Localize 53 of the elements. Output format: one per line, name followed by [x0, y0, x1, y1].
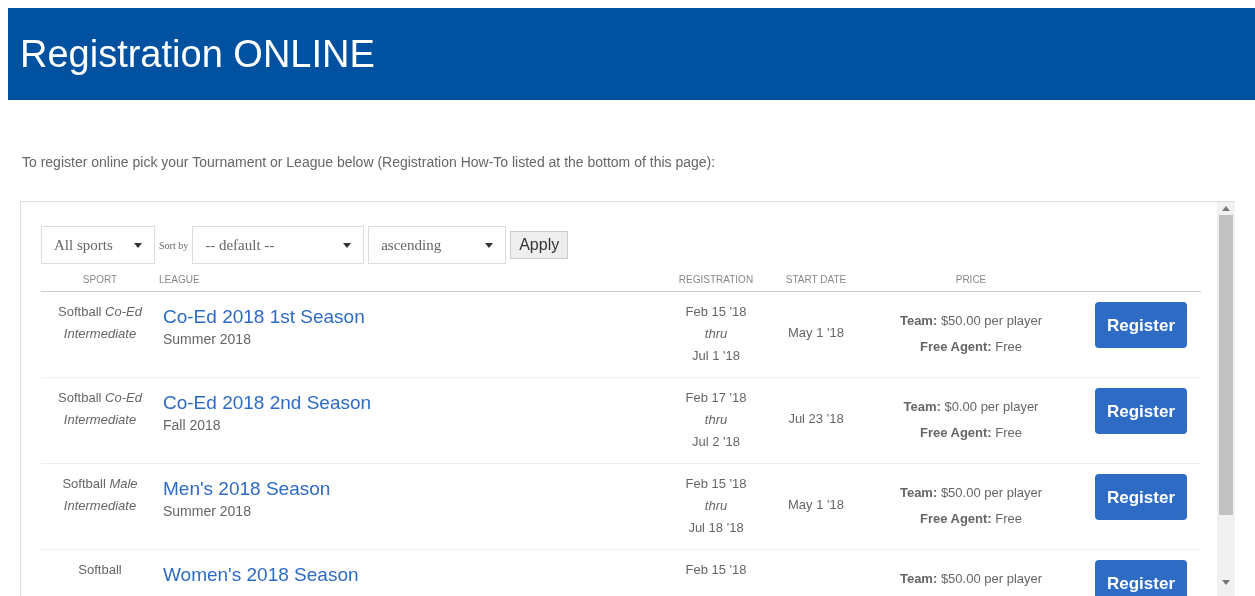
dropdown-caret-icon	[343, 242, 352, 248]
scrollbar-thumb[interactable]	[1219, 215, 1233, 515]
league-link[interactable]: Co-Ed 2018 2nd Season	[163, 392, 661, 414]
sport-cell-text: Softball Male Intermediate	[61, 475, 139, 515]
register-button[interactable]: Register	[1095, 560, 1187, 596]
start-date: May 1 '18	[788, 496, 844, 514]
start-date: Jul 23 '18	[788, 410, 844, 428]
column-header: PRICE	[955, 273, 987, 287]
scrollbar[interactable]	[1217, 202, 1235, 596]
thru-text: thru	[704, 497, 728, 515]
team-price: Team: $50.00 per player	[899, 312, 1043, 330]
scroll-down-icon[interactable]	[1222, 580, 1230, 585]
dropdown-caret-icon	[485, 242, 494, 248]
sport-cell-text: Softball Co-Ed Intermediate	[58, 303, 142, 343]
dropdown-caret-icon	[134, 242, 142, 248]
apply-button[interactable]: Apply	[510, 231, 569, 259]
free-agent-price: Free Agent: Free	[919, 338, 1023, 356]
register-button[interactable]: Register	[1095, 302, 1187, 348]
page-title: Registration ONLINE	[20, 31, 375, 77]
start-date: May 1 '18	[788, 324, 844, 342]
column-header: SPORT	[82, 273, 118, 287]
column-header: LEAGUE	[159, 273, 201, 287]
league-link[interactable]: Women's 2018 Season	[163, 564, 661, 586]
column-header: START DATE	[785, 273, 847, 287]
free-agent-price: Free Agent: Free	[919, 510, 1023, 528]
team-price: Team: $0.00 per player	[903, 398, 1039, 416]
sort-label: Sort by	[159, 238, 189, 253]
column-header: REGISTRATION	[678, 273, 754, 287]
thru-text: thru	[704, 411, 728, 429]
league-link[interactable]: Co-Ed 2018 1st Season	[163, 306, 661, 328]
registration-close-date: Jul 1 '18	[692, 347, 740, 365]
sport-cell-text: Softball Co-Ed Intermediate	[58, 389, 142, 429]
sport-select[interactable]: All sports	[41, 226, 155, 264]
order-select[interactable]: ascending	[368, 226, 507, 264]
registration-open-date: Feb 15 '18	[685, 561, 747, 579]
registration-open-date: Feb 15 '18	[685, 475, 747, 493]
intro-text: To register online pick your Tournament or League below (Registration How-To listed at the bottom of this page):	[22, 153, 717, 172]
registration-open-date: Feb 17 '18	[685, 389, 747, 407]
sport-cell-text: Softball	[77, 561, 123, 579]
registration-open-date: Feb 15 '18	[685, 303, 747, 321]
season-text: Summer 2018	[163, 330, 252, 349]
registration-close-date: Jul 2 '18	[692, 433, 740, 451]
registration-close-date: Jul 18 '18	[688, 519, 744, 537]
team-price: Team: $50.00 per player	[899, 484, 1043, 502]
season-text: Fall 2018	[163, 416, 222, 435]
register-button[interactable]: Register	[1095, 388, 1187, 434]
thru-text: thru	[704, 325, 728, 343]
team-price: Team: $50.00 per player	[899, 570, 1043, 588]
free-agent-price: Free Agent: Free	[919, 424, 1023, 442]
season-text: Summer 2018	[163, 502, 252, 521]
league-link[interactable]: Men's 2018 Season	[163, 478, 661, 500]
register-button[interactable]: Register	[1095, 474, 1187, 520]
sort-select[interactable]: -- default --	[192, 226, 365, 264]
